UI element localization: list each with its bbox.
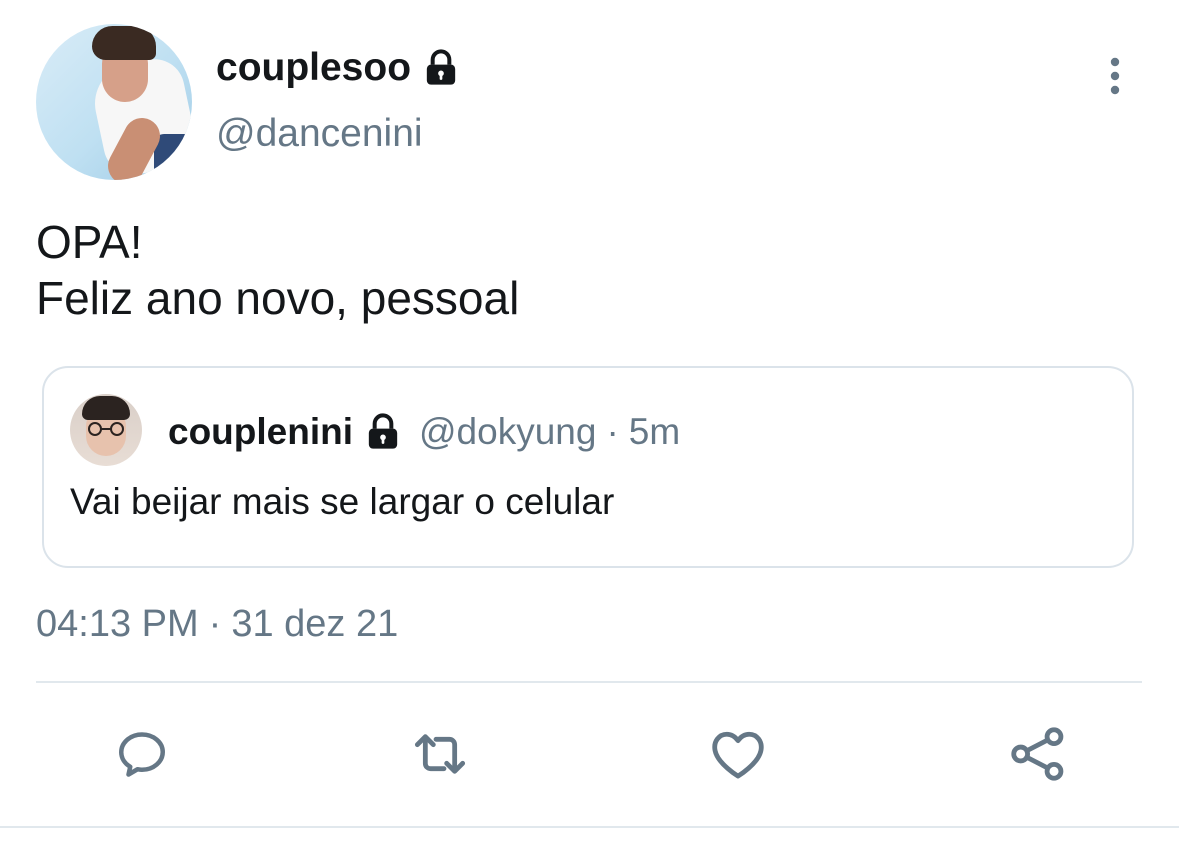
separator-dot: · bbox=[606, 411, 619, 452]
tweet-text-line: OPA! bbox=[36, 216, 143, 268]
quoted-time: 5m bbox=[628, 411, 681, 452]
share-icon bbox=[1011, 727, 1064, 781]
quoted-author-avatar[interactable] bbox=[70, 394, 142, 466]
reply-button[interactable] bbox=[110, 722, 174, 786]
like-button[interactable] bbox=[706, 722, 770, 786]
author-display-name[interactable]: couplesoo bbox=[216, 44, 411, 92]
glasses-graphic bbox=[88, 422, 124, 436]
author-avatar[interactable] bbox=[36, 24, 192, 180]
author-handle[interactable]: @dancenini bbox=[216, 110, 423, 158]
quoted-tweet-header: couplenini @dokyung · 5m bbox=[168, 408, 680, 456]
more-options-icon[interactable] bbox=[1100, 54, 1130, 98]
divider bbox=[36, 681, 1142, 683]
lock-icon bbox=[368, 413, 398, 449]
retweet-icon bbox=[414, 734, 466, 774]
quoted-handle[interactable]: @dokyung bbox=[419, 408, 596, 456]
divider bbox=[0, 826, 1179, 828]
timestamp-date: 31 dez 21 bbox=[231, 603, 399, 645]
quoted-tweet-text: Vai beijar mais se largar o celular bbox=[70, 481, 615, 522]
tweet-detail: couplesoo @dancenini OPA! Feliz ano novo… bbox=[0, 0, 1179, 846]
quoted-display-name[interactable]: couplenini bbox=[168, 408, 353, 456]
timestamp-time: 04:13 PM bbox=[36, 603, 199, 645]
quoted-tweet-card[interactable]: couplenini @dokyung · 5m Vai beijar mais… bbox=[42, 366, 1134, 568]
heart-icon bbox=[712, 731, 764, 779]
retweet-button[interactable] bbox=[408, 722, 472, 786]
share-button[interactable] bbox=[1006, 722, 1070, 786]
separator-dot: · bbox=[208, 603, 222, 645]
tweet-timestamp: 04:13 PM · 31 dez 21 bbox=[36, 600, 398, 648]
author-name-row[interactable]: couplesoo bbox=[216, 44, 461, 92]
lock-icon bbox=[426, 49, 456, 85]
reply-icon bbox=[119, 732, 165, 777]
tweet-text: OPA! Feliz ano novo, pessoal bbox=[36, 214, 519, 326]
tweet-text-line: Feliz ano novo, pessoal bbox=[36, 272, 520, 324]
